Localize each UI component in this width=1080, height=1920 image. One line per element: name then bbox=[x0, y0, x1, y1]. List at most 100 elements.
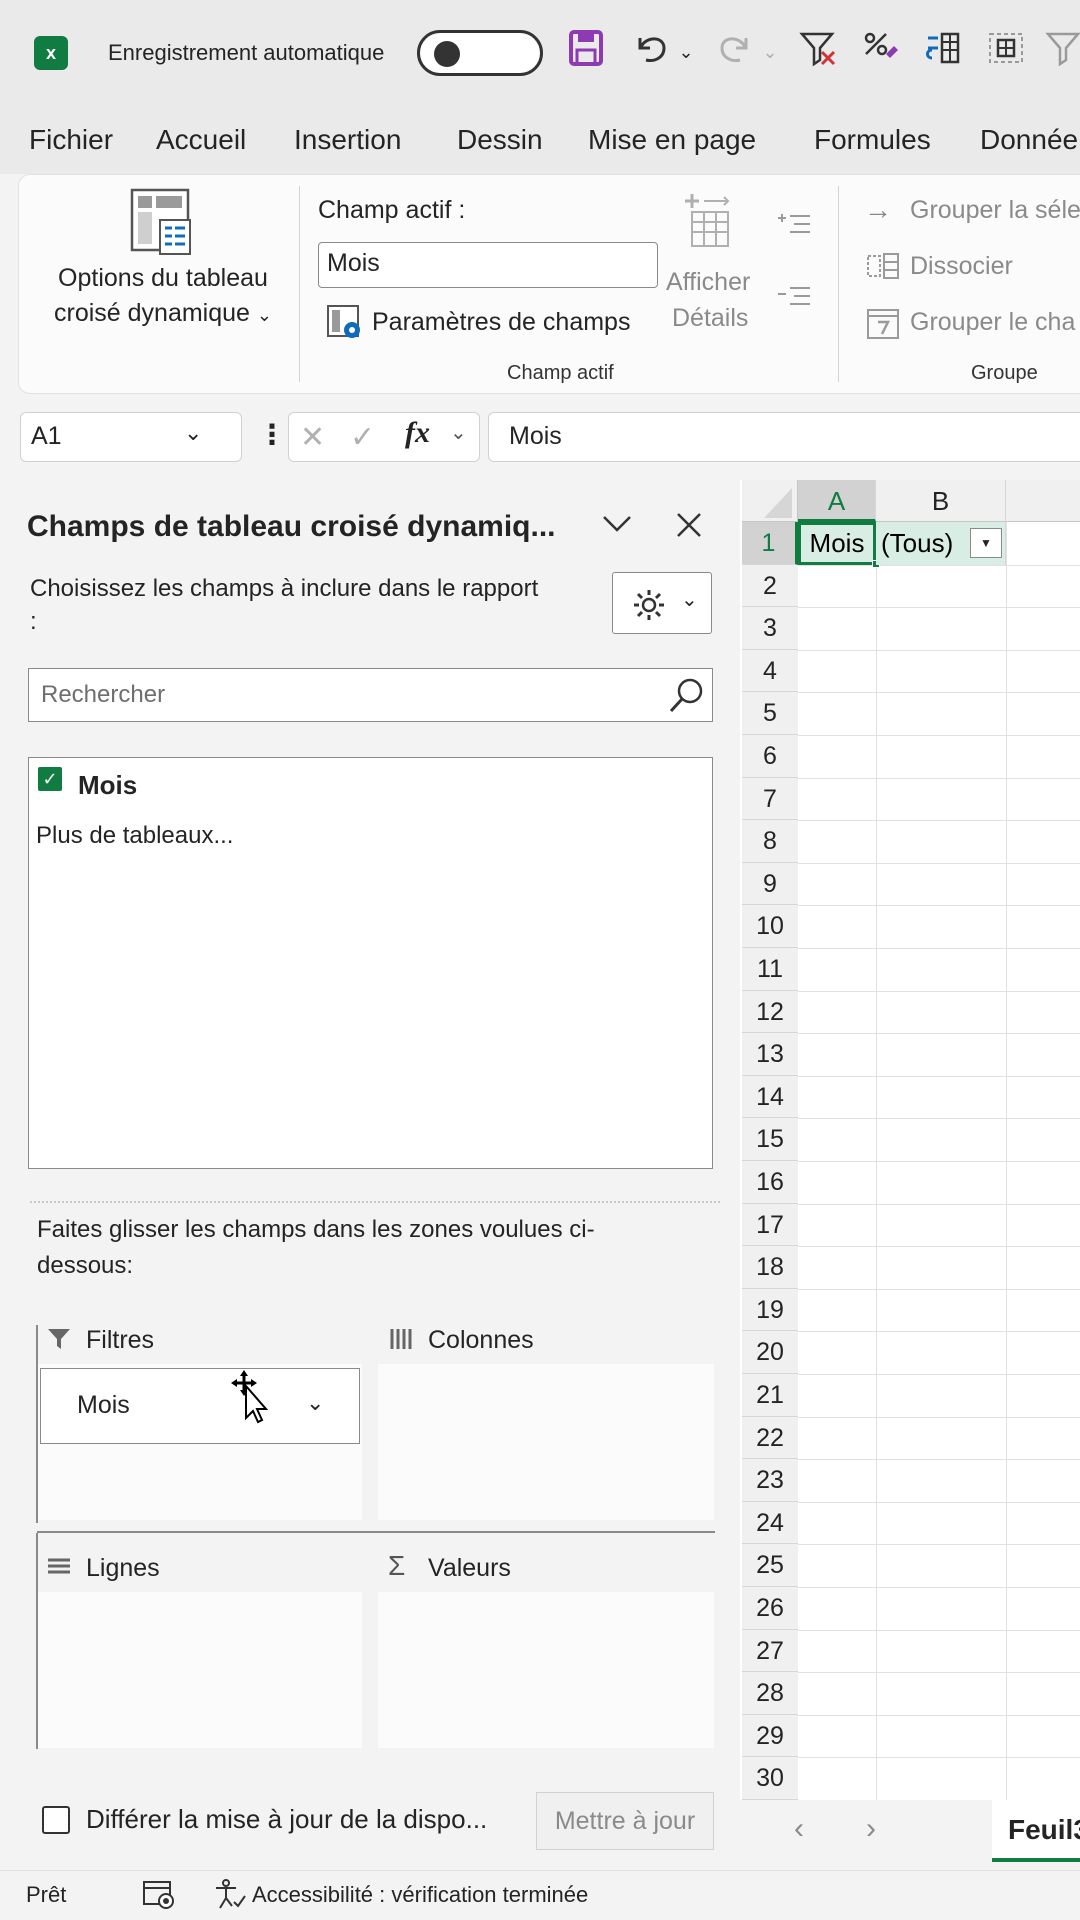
group-field-button[interactable]: Grouper le cha bbox=[910, 308, 1075, 337]
accessibility-icon[interactable] bbox=[214, 1878, 246, 1915]
slicer-icon[interactable] bbox=[1044, 28, 1080, 76]
field-settings-button[interactable]: Paramètres de champs bbox=[372, 308, 630, 337]
chevron-right-icon[interactable]: › bbox=[866, 1812, 876, 1846]
show-details-label-2[interactable]: Détails bbox=[672, 304, 748, 333]
tab-mise-en-page[interactable]: Mise en page bbox=[588, 124, 756, 156]
row-header[interactable]: 28 bbox=[742, 1672, 798, 1715]
row-header[interactable]: 13 bbox=[742, 1033, 798, 1076]
row-header[interactable]: 20 bbox=[742, 1331, 798, 1374]
field-checkbox-mois[interactable]: ✓ bbox=[38, 767, 62, 791]
active-field-input[interactable]: Mois bbox=[318, 242, 658, 288]
filter-field-chevron-down-icon[interactable]: ⌄ bbox=[306, 1390, 324, 1416]
name-box[interactable]: A1 bbox=[20, 412, 242, 462]
group-icon[interactable] bbox=[984, 28, 1028, 76]
filter-dropdown-button[interactable]: ▼ bbox=[970, 528, 1002, 558]
select-all-corner[interactable] bbox=[742, 480, 798, 522]
percent-format-icon[interactable] bbox=[858, 28, 902, 76]
row-header[interactable]: 26 bbox=[742, 1587, 798, 1630]
autosave-toggle[interactable] bbox=[417, 30, 543, 76]
search-icon[interactable] bbox=[668, 676, 706, 719]
macro-recording-icon[interactable] bbox=[142, 1880, 176, 1915]
undo-dropdown-icon[interactable]: ⌄ bbox=[676, 28, 696, 76]
row-header[interactable]: 1 bbox=[742, 522, 798, 565]
row-header[interactable]: 24 bbox=[742, 1501, 798, 1545]
show-details-label-1[interactable]: Afficher bbox=[666, 268, 750, 297]
formula-input[interactable]: Mois bbox=[488, 412, 1080, 462]
row-header[interactable]: 30 bbox=[742, 1757, 798, 1800]
row-header[interactable]: 12 bbox=[742, 990, 798, 1034]
values-drop-area[interactable] bbox=[378, 1592, 714, 1748]
row-header[interactable]: 10 bbox=[742, 905, 798, 948]
collapse-field-icon[interactable] bbox=[776, 282, 812, 312]
row-header[interactable]: 22 bbox=[742, 1416, 798, 1460]
row-header[interactable]: 2 bbox=[742, 564, 798, 608]
column-header-a[interactable]: A bbox=[798, 480, 876, 522]
undo-icon[interactable] bbox=[628, 28, 672, 76]
more-tables-link[interactable]: Plus de tableaux... bbox=[36, 822, 233, 850]
field-name-mois[interactable]: Mois bbox=[78, 770, 137, 801]
save-icon[interactable] bbox=[566, 28, 606, 76]
chevron-left-icon[interactable]: ‹ bbox=[794, 1812, 804, 1846]
row-header[interactable]: 6 bbox=[742, 735, 798, 778]
cell-a1[interactable]: Mois bbox=[798, 522, 876, 565]
field-settings-icon[interactable] bbox=[326, 304, 364, 340]
rows-drop-area[interactable] bbox=[38, 1592, 362, 1748]
row-header[interactable]: 16 bbox=[742, 1161, 798, 1204]
drag-instruction: Faites glisser les champs dans les zones… bbox=[37, 1216, 595, 1279]
defer-update-label[interactable]: Différer la mise à jour de la dispo... bbox=[86, 1804, 487, 1835]
redo-dropdown-icon[interactable]: ⌄ bbox=[760, 28, 780, 76]
column-header-b[interactable]: B bbox=[876, 480, 1006, 522]
row-header[interactable]: 19 bbox=[742, 1288, 798, 1332]
pane-options-chevron-icon[interactable] bbox=[600, 506, 634, 548]
update-button[interactable]: Mettre à jour bbox=[536, 1792, 714, 1850]
row-header[interactable]: 14 bbox=[742, 1075, 798, 1119]
row-header[interactable]: 18 bbox=[742, 1246, 798, 1289]
enter-icon[interactable]: ✓ bbox=[350, 420, 375, 455]
tab-fichier[interactable]: Fichier bbox=[29, 124, 113, 156]
row-header[interactable]: 11 bbox=[742, 948, 798, 991]
row-header[interactable]: 17 bbox=[742, 1203, 798, 1247]
row-header[interactable]: 4 bbox=[742, 649, 798, 693]
name-box-chevron-down-icon[interactable]: ⌄ bbox=[184, 420, 202, 446]
columns-drop-area[interactable] bbox=[378, 1364, 714, 1520]
row-header[interactable]: 25 bbox=[742, 1544, 798, 1587]
row-header[interactable]: 9 bbox=[742, 862, 798, 906]
defer-update-checkbox[interactable] bbox=[42, 1806, 70, 1834]
row-header[interactable]: 29 bbox=[742, 1714, 798, 1758]
insert-function-icon[interactable]: fx bbox=[405, 416, 430, 450]
show-details-icon[interactable] bbox=[680, 190, 740, 250]
pivot-options-icon[interactable] bbox=[130, 188, 194, 256]
redo-icon[interactable] bbox=[714, 28, 758, 76]
tab-accueil[interactable]: Accueil bbox=[156, 124, 246, 156]
column-header-c[interactable] bbox=[1006, 480, 1080, 522]
group-selection-button[interactable]: Grouper la séle bbox=[910, 196, 1080, 225]
row-header[interactable]: 5 bbox=[742, 692, 798, 735]
tab-donnees[interactable]: Donnée bbox=[980, 124, 1078, 156]
more-options-icon[interactable]: ⋮ bbox=[258, 418, 286, 451]
expand-field-icon[interactable] bbox=[776, 210, 812, 240]
row-header[interactable]: 15 bbox=[742, 1118, 798, 1161]
pivot-refresh-icon[interactable] bbox=[920, 28, 964, 76]
ungroup-button[interactable]: Dissocier bbox=[910, 252, 1013, 281]
field-search-input[interactable]: Rechercher bbox=[28, 668, 713, 722]
tab-dessin[interactable]: Dessin bbox=[457, 124, 543, 156]
chevron-down-icon: ⌄ bbox=[256, 305, 272, 325]
sheet-tab-feuil3[interactable]: Feuil3 bbox=[992, 1800, 1080, 1862]
clear-filter-icon[interactable] bbox=[796, 28, 840, 76]
tab-insertion[interactable]: Insertion bbox=[294, 124, 401, 156]
row-header[interactable]: 8 bbox=[742, 820, 798, 863]
pivot-options-label-2[interactable]: croisé dynamique ⌄ bbox=[46, 299, 280, 328]
close-pane-icon[interactable] bbox=[674, 510, 704, 545]
row-header[interactable]: 21 bbox=[742, 1374, 798, 1417]
row-header[interactable]: 3 bbox=[742, 607, 798, 650]
layout-tools-button[interactable]: ⌄ bbox=[612, 572, 712, 634]
row-header[interactable]: 7 bbox=[742, 777, 798, 821]
row-header[interactable]: 23 bbox=[742, 1459, 798, 1502]
tab-formules[interactable]: Formules bbox=[814, 124, 931, 156]
pivot-options-label-1[interactable]: Options du tableau bbox=[51, 264, 275, 293]
fx-chevron-down-icon[interactable]: ⌄ bbox=[450, 420, 467, 445]
pane-splitter[interactable] bbox=[30, 1201, 720, 1203]
accessibility-status[interactable]: Accessibilité : vérification terminée bbox=[252, 1882, 588, 1908]
row-header[interactable]: 27 bbox=[742, 1629, 798, 1673]
cancel-icon[interactable]: ✕ bbox=[300, 420, 325, 455]
